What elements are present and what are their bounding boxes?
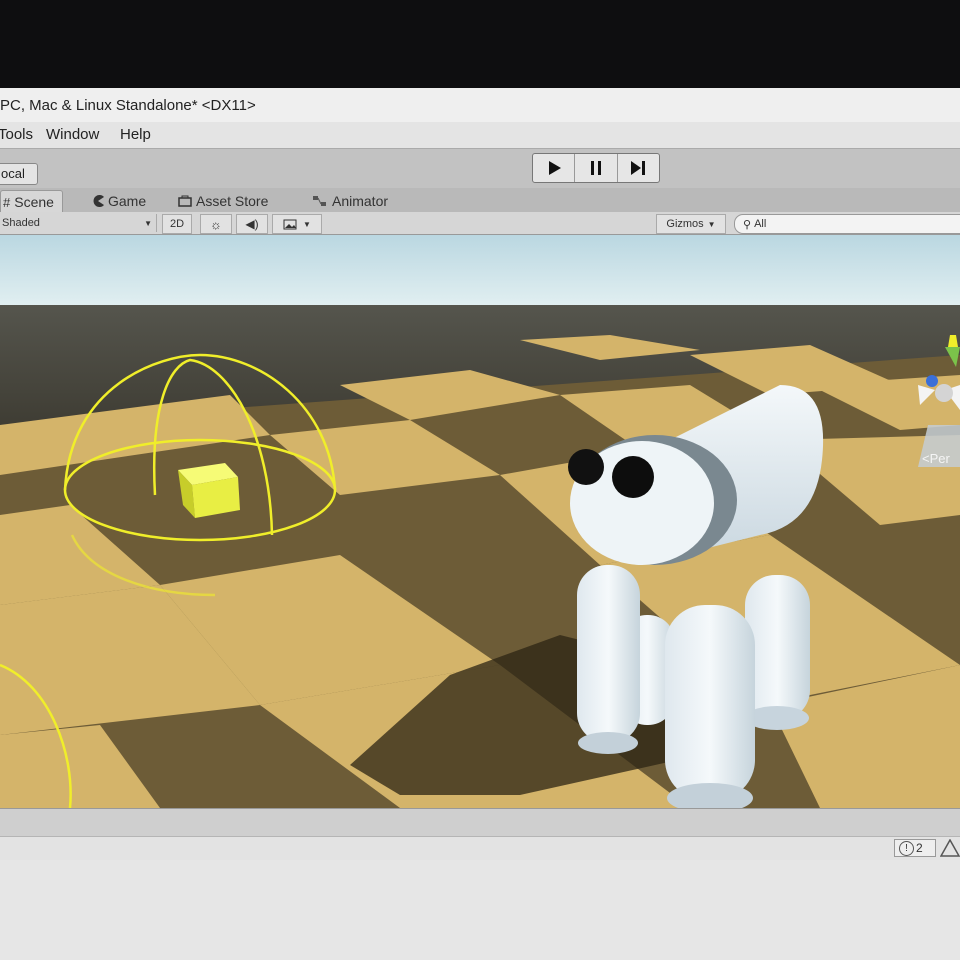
tab-scene-label: Scene	[14, 194, 54, 210]
play-button[interactable]	[533, 154, 576, 182]
tab-scene[interactable]: # Scene	[0, 190, 63, 213]
gizmos-label: Gizmos	[666, 218, 704, 230]
sky-background	[0, 235, 960, 315]
lower-panel	[0, 860, 960, 960]
scene-hash-icon: #	[3, 194, 11, 210]
status-bar: ! 2	[0, 836, 960, 861]
pause-icon	[590, 161, 601, 175]
image-icon	[283, 219, 297, 229]
menu-help[interactable]: Help	[120, 126, 151, 143]
creature-leg-front-right	[665, 605, 755, 800]
chevron-down-icon: ▼	[144, 218, 152, 228]
scene-search-input[interactable]: ⚲ All	[734, 214, 960, 234]
monitor-screen: PC, Mac & Linux Standalone* <DX11> Tools…	[0, 88, 960, 960]
main-toolbar: ocal	[0, 148, 960, 189]
gizmo-center	[935, 384, 953, 402]
draw-mode-value: Shaded	[2, 217, 40, 229]
scene-toolbar: Shaded ▼ 2D ☼ ◀) ▼ Gizmos ▼ ⚲ All	[0, 212, 960, 235]
animator-icon	[313, 196, 326, 206]
panel-divider	[0, 808, 960, 839]
speaker-icon: ◀)	[245, 217, 259, 231]
lighting-toggle[interactable]: ☼	[200, 214, 232, 234]
menu-bar: Tools Window Help	[0, 122, 960, 148]
info-icon: !	[899, 840, 914, 856]
projection-label[interactable]: <Per	[922, 451, 950, 466]
step-button[interactable]	[618, 154, 659, 182]
game-pacman-icon	[93, 195, 104, 207]
search-placeholder: All	[754, 218, 767, 230]
tab-game[interactable]: Game	[92, 190, 146, 212]
sun-icon: ☼	[210, 216, 222, 232]
step-icon	[631, 161, 646, 175]
scene-viewport[interactable]: <Per	[0, 235, 960, 808]
window-title: PC, Mac & Linux Standalone* <DX11>	[0, 97, 256, 114]
warning-icon[interactable]	[940, 839, 960, 857]
tab-asset-store[interactable]: Asset Store	[178, 190, 268, 212]
creature-eye-right	[612, 456, 654, 498]
play-controls	[532, 153, 660, 183]
audio-toggle[interactable]: ◀)	[236, 214, 268, 234]
chevron-down-icon: ▼	[707, 219, 716, 229]
creature-leg-front-left	[577, 565, 640, 743]
warning-count: 2	[916, 841, 923, 855]
draw-mode-dropdown[interactable]: Shaded ▼	[0, 214, 157, 232]
tab-game-label: Game	[108, 193, 147, 209]
tab-animator-label: Animator	[332, 193, 389, 209]
tab-animator[interactable]: Animator	[312, 190, 388, 212]
window-titlebar: PC, Mac & Linux Standalone* <DX11>	[0, 88, 960, 143]
chevron-down-icon: ▼	[303, 219, 311, 229]
effects-dropdown[interactable]: ▼	[272, 214, 322, 234]
menu-window[interactable]: Window	[46, 126, 99, 143]
asset-store-icon	[178, 195, 192, 207]
view-tab-bar: # Scene Game Asset Store Animator	[0, 188, 960, 213]
pause-button[interactable]	[575, 154, 618, 182]
menu-tools[interactable]: Tools	[0, 126, 33, 143]
console-error-badge[interactable]: ! 2	[894, 839, 936, 857]
play-icon	[548, 161, 561, 175]
pivot-local-toggle[interactable]: ocal	[0, 163, 38, 185]
gizmos-dropdown[interactable]: Gizmos ▼	[656, 214, 726, 234]
tab-asset-store-label: Asset Store	[196, 193, 269, 209]
mode-2d-toggle[interactable]: 2D	[162, 214, 192, 234]
gizmo-z-ball	[926, 375, 938, 387]
search-icon: ⚲	[743, 218, 752, 231]
creature-eye-left	[568, 449, 604, 485]
